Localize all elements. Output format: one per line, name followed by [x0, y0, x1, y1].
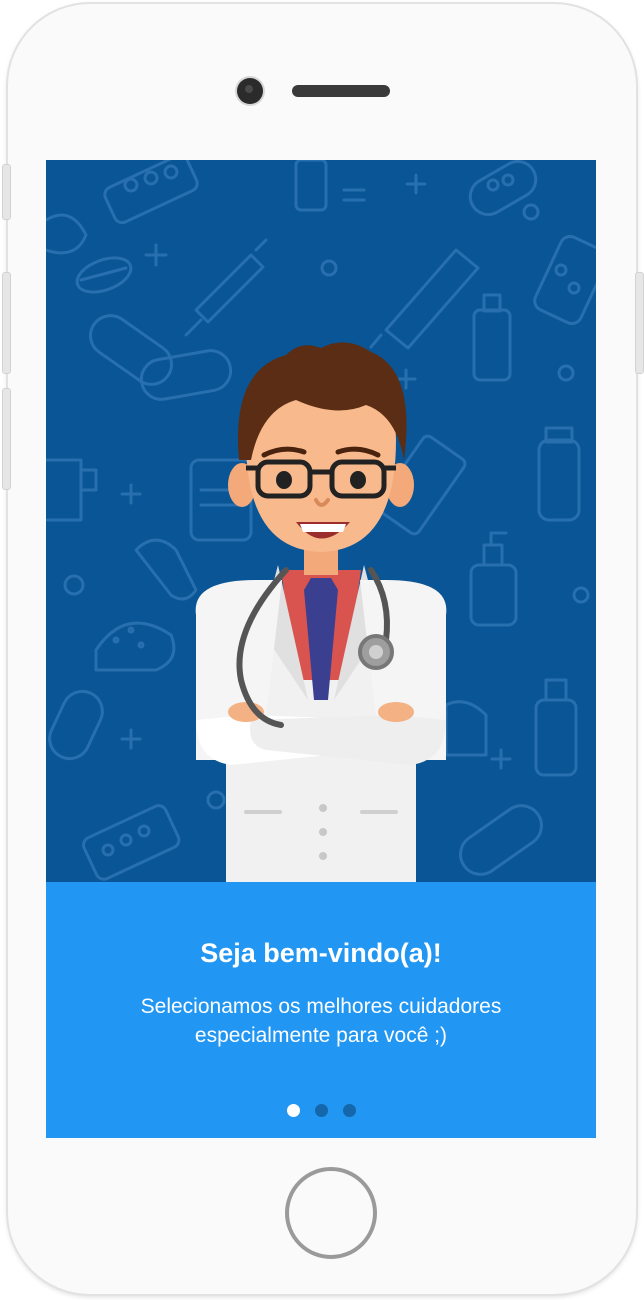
mute-switch [2, 164, 11, 220]
welcome-subtitle-line-2: especialmente para você ;) [194, 1024, 448, 1047]
welcome-subtitle-line-1: Selecionamos os melhores cuidadores [140, 995, 502, 1018]
page-dot-1[interactable] [286, 1104, 300, 1117]
welcome-title: Seja bem-vindo(a)! [200, 938, 442, 968]
welcome-panel: Seja bem-vindo(a)! Selecionamos os melho… [46, 882, 596, 1138]
welcome-subtitle: Selecionamos os melhores cuidadores espe… [86, 992, 556, 1050]
page-dot-3[interactable] [342, 1104, 356, 1117]
page-indicator [46, 1104, 596, 1118]
app-screen: Seja bem-vindo(a)! Selecionamos os melho… [46, 160, 596, 1138]
page-dot-2[interactable] [314, 1104, 328, 1117]
home-button[interactable] [285, 1167, 377, 1259]
volume-down-button [2, 388, 11, 490]
volume-up-button [2, 272, 11, 374]
earpiece-speaker [292, 85, 390, 97]
front-camera [237, 78, 263, 104]
doctor-illustration [195, 342, 447, 882]
power-button [635, 272, 644, 374]
hero-illustration-area [46, 160, 596, 882]
